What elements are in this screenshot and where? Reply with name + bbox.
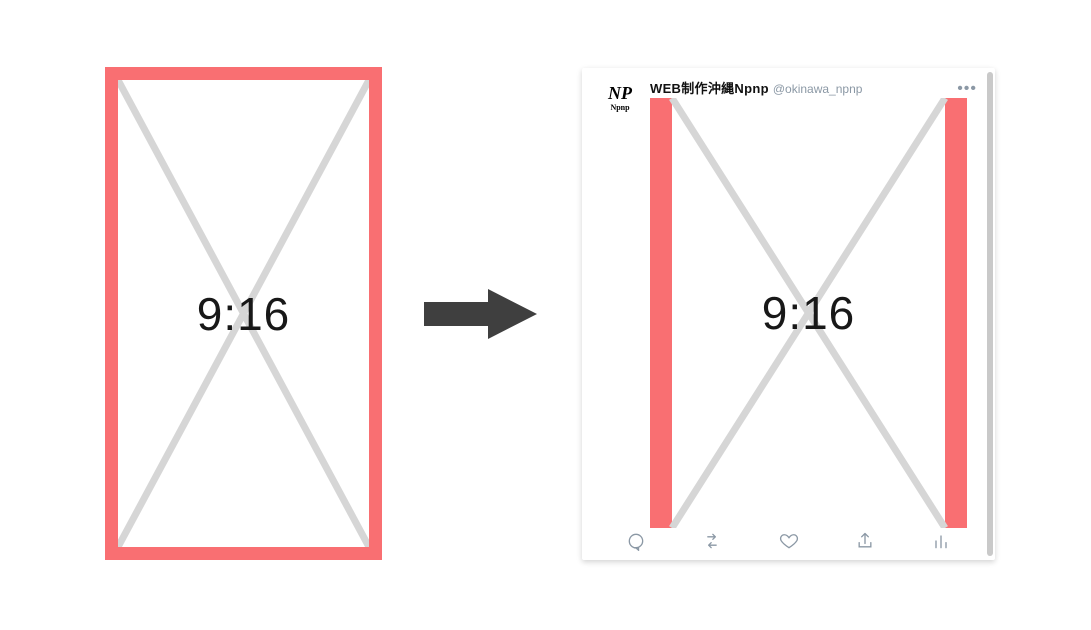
more-icon[interactable]: ••• — [957, 80, 977, 98]
reply-icon[interactable] — [626, 531, 646, 551]
aspect-ratio-label: 9:16 — [650, 98, 967, 528]
avatar[interactable]: NP Npnp — [600, 78, 640, 118]
retweet-icon[interactable] — [702, 531, 722, 551]
original-image-inner: 9:16 — [118, 80, 369, 547]
tweet-names: WEB制作沖縄Npnp @okinawa_npnp — [650, 78, 862, 97]
tweet-card: NP Npnp WEB制作沖縄Npnp @okinawa_npnp ••• 9:… — [582, 68, 995, 560]
arrow-right-icon — [424, 289, 537, 339]
tweet-actions — [626, 530, 951, 552]
tweet-image-inner: 9:16 — [650, 98, 967, 528]
analytics-icon[interactable] — [931, 531, 951, 551]
like-icon[interactable] — [779, 531, 799, 551]
display-name[interactable]: WEB制作沖縄Npnp — [650, 78, 769, 97]
original-9-16-image: 9:16 — [105, 67, 382, 560]
avatar-text-bottom: Npnp — [610, 104, 629, 112]
scrollbar-thumb[interactable] — [987, 72, 993, 556]
aspect-ratio-label: 9:16 — [118, 80, 369, 547]
handle[interactable]: @okinawa_npnp — [773, 82, 863, 96]
share-icon[interactable] — [855, 531, 875, 551]
avatar-text-top: NP — [608, 84, 632, 102]
diagram-stage: 9:16 NP Npnp WEB制作沖縄Npnp @okinawa_npnp •… — [0, 0, 1091, 630]
tweet-image[interactable]: 9:16 — [650, 98, 967, 528]
